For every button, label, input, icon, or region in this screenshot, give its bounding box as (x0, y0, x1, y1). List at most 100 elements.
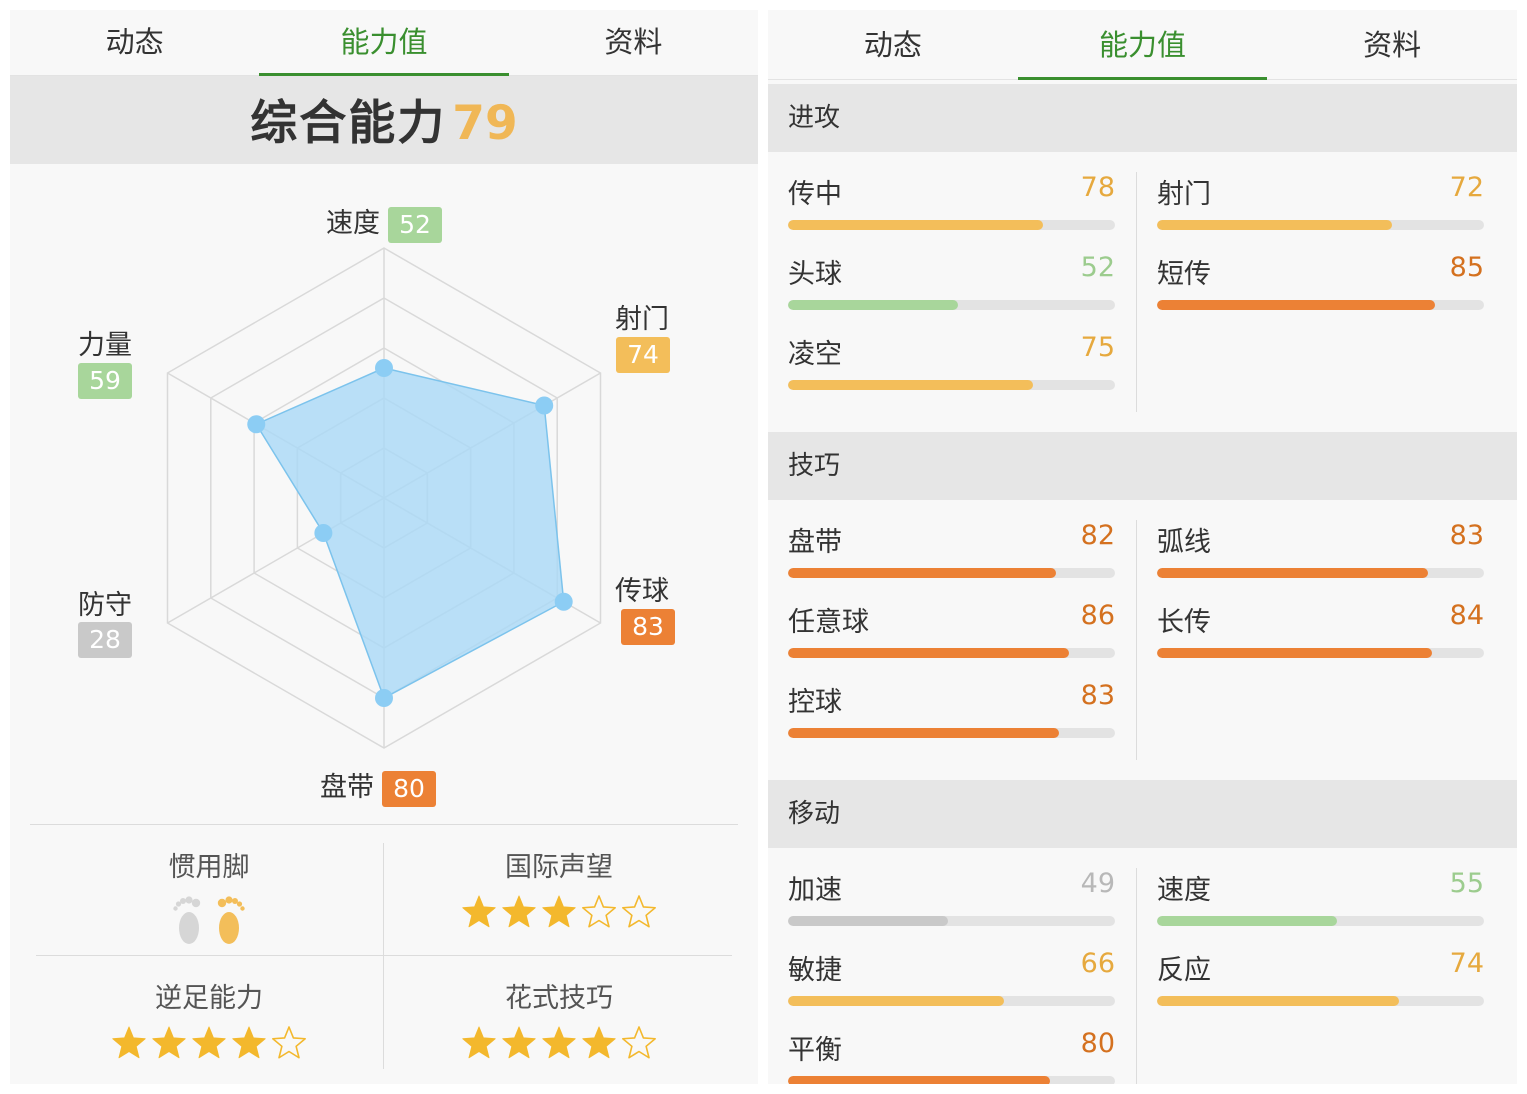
stat-name: 短传 (1157, 259, 1211, 290)
radar-point (535, 396, 554, 415)
stat-bar-fill (788, 996, 1004, 1006)
stat-grid: 传中 78 头球 52 凌空 75 射门 72 短传 85 (768, 152, 1517, 432)
star-empty-icon (622, 1026, 656, 1059)
stat-name: 凌空 (788, 339, 842, 370)
stat-bar-track (1157, 916, 1484, 926)
stat-column-right: 射门 72 短传 85 (1157, 152, 1484, 312)
stat-row: 凌空 75 (788, 312, 1115, 392)
star-empty-icon (582, 895, 616, 928)
weak-foot-cell: 逆足能力 (34, 956, 384, 1081)
stat-column-right: 速度 55 反应 74 (1157, 848, 1484, 1008)
stat-column-left: 盘带 82 任意球 86 控球 83 (788, 500, 1115, 740)
stat-value: 52 (1080, 252, 1115, 283)
radar-badge-passing: 83 (621, 609, 675, 645)
radar-badge-dribbling: 80 (382, 770, 436, 807)
stat-name: 头球 (788, 259, 842, 290)
star-filled-icon (152, 1026, 186, 1059)
stat-bar-fill (788, 300, 959, 310)
stat-row: 头球 52 (788, 232, 1115, 312)
stat-grid: 盘带 82 任意球 86 控球 83 弧线 83 长传 84 (768, 500, 1517, 780)
weak-foot-stars (34, 1025, 384, 1061)
stat-value: 78 (1080, 172, 1115, 203)
stat-bar-fill (788, 1076, 1050, 1084)
radar-value-area (255, 367, 565, 700)
radar-point (375, 359, 393, 377)
stat-bar-fill (788, 380, 1034, 390)
detailed-stats-panel: 动态 能力值 资料 进攻 传中 78 头球 52 凌空 75 射门 72 短传 85 技巧 盘带 82 任意… (768, 10, 1517, 1084)
stat-name: 速度 (1157, 875, 1211, 906)
stat-value: 55 (1449, 868, 1484, 899)
column-divider (1136, 520, 1137, 760)
stat-bar-track (788, 648, 1115, 658)
right-foot-icon (217, 896, 245, 944)
left-foot-icon (173, 896, 201, 944)
radar-point (314, 524, 333, 542)
preferred-foot-cell: 惯用脚 (34, 825, 384, 950)
stat-section: 移动 加速 49 敏捷 66 平衡 80 速度 55 反应 74 (768, 780, 1517, 1084)
tab-ability[interactable]: 能力值 (1017, 10, 1268, 80)
stat-row: 反应 74 (1157, 928, 1484, 1008)
stat-bar-track (788, 300, 1115, 310)
tab-news[interactable]: 动态 (768, 10, 1018, 79)
stat-bar-track (1157, 568, 1484, 578)
star-filled-icon (112, 1026, 146, 1059)
reputation-stars (384, 894, 734, 930)
overall-label: 综合能力 (250, 96, 447, 151)
star-filled-icon (582, 1026, 616, 1059)
tab-profile[interactable]: 资料 (1267, 10, 1517, 79)
stat-row: 弧线 83 (1157, 500, 1484, 580)
stat-section: 进攻 传中 78 头球 52 凌空 75 射门 72 短传 85 (768, 84, 1517, 432)
radar-chart: 速度 52 射门 74 传球 83 盘带 80 防守 28 力量 59 (10, 165, 758, 820)
stat-bar-track (788, 380, 1115, 390)
skill-moves-cell: 花式技巧 (384, 956, 734, 1081)
star-filled-icon (502, 895, 536, 928)
tab-bar: 动态 能力值 资料 (10, 10, 758, 76)
stat-grid: 加速 49 敏捷 66 平衡 80 速度 55 反应 74 (768, 848, 1517, 1084)
attribute-summary: 惯用脚 国际声望 逆足能力 花式技巧 (30, 824, 738, 1080)
stat-bar-track (788, 568, 1115, 578)
column-divider (1136, 172, 1137, 412)
tab-bar: 动态 能力值 资料 (768, 10, 1517, 80)
stat-row: 短传 85 (1157, 232, 1484, 312)
star-filled-icon (502, 1026, 536, 1059)
radar-point (247, 415, 266, 434)
stat-bar-fill (788, 220, 1044, 230)
stat-section: 技巧 盘带 82 任意球 86 控球 83 弧线 83 长传 84 (768, 432, 1517, 780)
stat-bar-fill (1157, 916, 1337, 926)
stat-bar-fill (788, 728, 1060, 738)
stat-bar-fill (788, 648, 1070, 658)
star-filled-icon (542, 1026, 576, 1059)
stat-bar-fill (788, 568, 1057, 578)
radar-label-dribbling: 盘带 80 (320, 765, 436, 807)
stat-value: 84 (1449, 600, 1484, 631)
stat-bar-fill (788, 916, 949, 926)
stat-value: 49 (1080, 868, 1115, 899)
stat-bar-track (1157, 220, 1484, 230)
tab-profile[interactable]: 资料 (509, 10, 758, 75)
stat-name: 控球 (788, 687, 842, 718)
stat-value: 85 (1449, 252, 1484, 283)
tab-news[interactable]: 动态 (10, 10, 259, 75)
tab-ability[interactable]: 能力值 (259, 10, 509, 76)
stat-name: 敏捷 (788, 955, 842, 986)
stat-value: 82 (1080, 520, 1115, 551)
stat-row: 控球 83 (788, 660, 1115, 740)
stat-row: 平衡 80 (788, 1008, 1115, 1084)
stat-bar-track (1157, 648, 1484, 658)
section-title: 技巧 (768, 432, 1517, 500)
stat-bar-fill (1157, 996, 1399, 1006)
stat-value: 83 (1449, 520, 1484, 551)
stat-name: 射门 (1157, 179, 1211, 210)
radar-label-passing: 传球 (615, 576, 669, 607)
stat-row: 射门 72 (1157, 152, 1484, 232)
stat-row: 敏捷 66 (788, 928, 1115, 1008)
radar-badge-shooting: 74 (616, 337, 670, 373)
stat-name: 长传 (1157, 607, 1211, 638)
preferred-foot-label: 惯用脚 (168, 852, 250, 883)
stat-column-left: 加速 49 敏捷 66 平衡 80 (788, 848, 1115, 1084)
overall-rating-bar: 综合能力 79 (10, 76, 758, 164)
stat-bar-track (788, 220, 1115, 230)
overall-value: 79 (452, 96, 518, 151)
stat-name: 弧线 (1157, 527, 1211, 558)
stat-value: 86 (1080, 600, 1115, 631)
